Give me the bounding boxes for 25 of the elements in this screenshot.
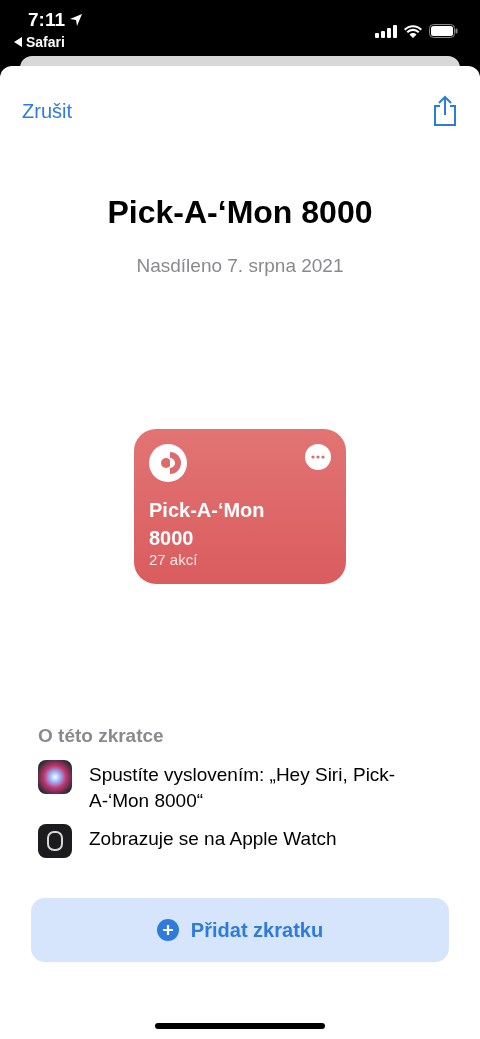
shortcut-card[interactable]: Pick-A-‘Mon 8000 27 akcí <box>134 428 346 584</box>
siri-icon <box>38 760 72 794</box>
cancel-button[interactable]: Zrušit <box>22 96 72 126</box>
back-to-app-link[interactable]: Safari <box>14 34 83 49</box>
info-text: Zobrazuje se na Apple Watch <box>89 827 337 851</box>
location-icon <box>69 13 83 28</box>
card-title: Pick-A-‘Mon 8000 <box>149 497 266 551</box>
signal-icon <box>375 24 397 38</box>
more-button[interactable] <box>305 443 331 470</box>
section-heading: O této zkratce <box>38 723 165 748</box>
share-button[interactable] <box>432 95 458 127</box>
share-icon <box>432 95 458 127</box>
shared-date: Nasdíleno 7. srpna 2021 <box>135 254 345 278</box>
more-icon <box>311 454 325 459</box>
add-shortcut-button[interactable]: Přidat zkratku <box>31 898 449 962</box>
wifi-icon <box>404 24 422 38</box>
back-triangle-icon <box>14 36 22 47</box>
shortcut-title: Pick-A-‘Mon 8000 <box>106 193 374 232</box>
battery-icon <box>429 24 458 38</box>
status-time: 7:11 <box>28 8 65 32</box>
shortcut-glyph-icon <box>149 443 187 482</box>
watch-icon <box>38 824 72 858</box>
plus-icon <box>156 919 179 941</box>
info-text: Spustíte vyslovením: „Hey Siri, Pick-A-‘Mon 8000“ <box>89 763 397 813</box>
action-count: 27 akcí <box>149 551 199 568</box>
